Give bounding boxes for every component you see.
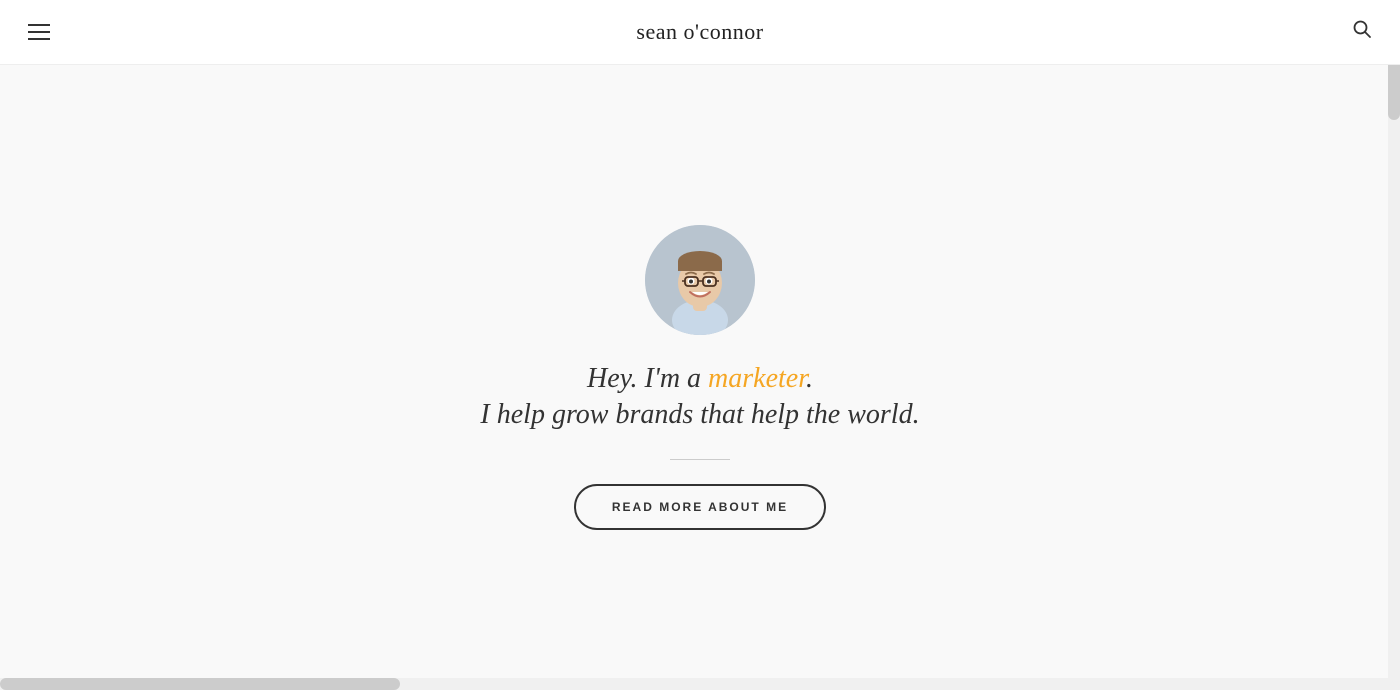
tagline-line-2: I help grow brands that help the world. [480, 399, 919, 431]
horizontal-scrollbar-thumb[interactable] [0, 678, 400, 690]
hamburger-line-3 [28, 38, 50, 40]
hamburger-menu-button[interactable] [28, 24, 50, 40]
tagline-highlight: marketer [708, 363, 806, 394]
avatar-container [645, 225, 755, 335]
tagline-prefix: Hey. I'm a [587, 363, 708, 394]
site-header: sean o'connor [0, 0, 1400, 65]
site-title: sean o'connor [636, 19, 763, 45]
read-more-button[interactable]: READ MORE ABOUT ME [574, 484, 826, 530]
search-icon[interactable] [1352, 19, 1372, 45]
hero-tagline: Hey. I'm a marketer. I help grow brands … [480, 363, 919, 431]
horizontal-scrollbar[interactable] [0, 678, 1388, 690]
section-divider [670, 459, 730, 460]
tagline-line-1: Hey. I'm a marketer. [480, 363, 919, 395]
hamburger-line-1 [28, 24, 50, 26]
tagline-suffix: . [806, 363, 813, 394]
avatar [645, 225, 755, 335]
hamburger-line-2 [28, 31, 50, 33]
vertical-scrollbar[interactable] [1388, 0, 1400, 690]
hero-section: Hey. I'm a marketer. I help grow brands … [0, 0, 1400, 690]
